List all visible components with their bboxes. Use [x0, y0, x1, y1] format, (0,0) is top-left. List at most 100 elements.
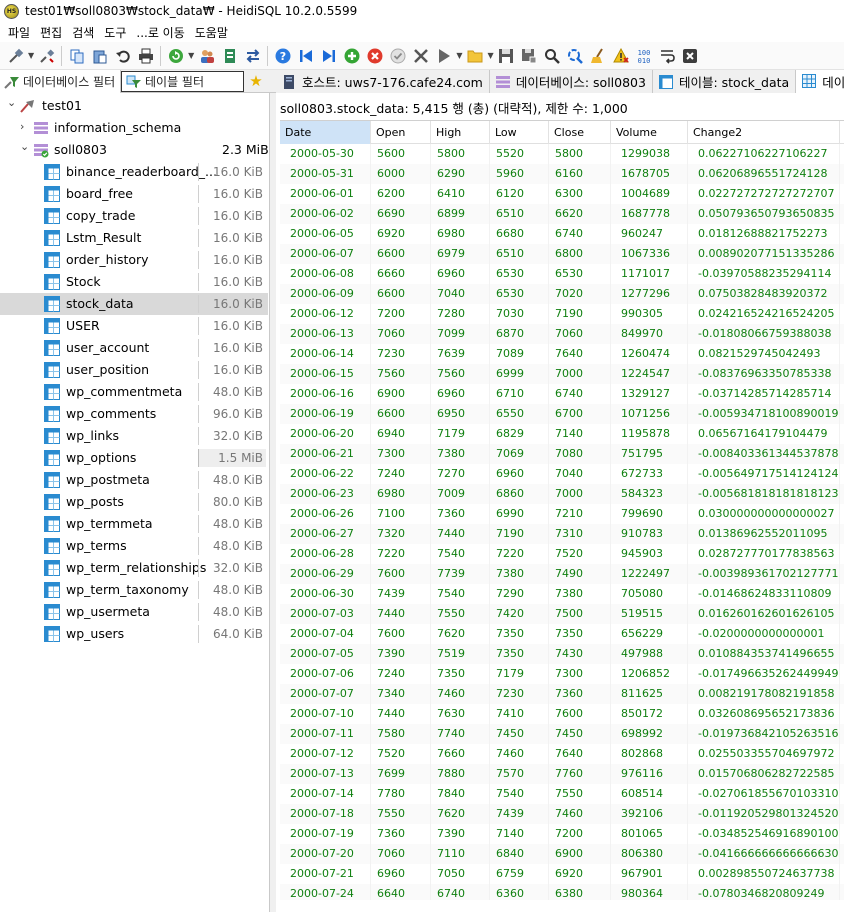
favorites-star-icon[interactable]: ★ [247, 72, 265, 90]
table-cell-open[interactable]: 7240 [371, 464, 431, 484]
table-cell-volume[interactable]: 1277296 [611, 284, 688, 304]
table-cell-volume[interactable]: 801065 [611, 824, 688, 844]
table-cell-low[interactable]: 7460 [490, 744, 549, 764]
table-cell-low[interactable]: 7220 [490, 544, 549, 564]
table-row[interactable]: 2000-07-13 7699 7880 7570 7760 976116 0.015706… [280, 764, 844, 784]
check-icon[interactable] [388, 46, 408, 66]
tree-item[interactable]: wp_usermeta 48.0 KiB [0, 601, 268, 623]
table-cell-low[interactable]: 7230 [490, 684, 549, 704]
table-cell-open[interactable]: 7320 [371, 524, 431, 544]
table-filter-input[interactable]: 테이블 필터 [121, 71, 244, 92]
table-cell-low[interactable]: 6840 [490, 844, 549, 864]
table-cell-open[interactable]: 6000 [371, 164, 431, 184]
table-cell-low[interactable]: 6550 [490, 404, 549, 424]
table-row[interactable]: 2000-07-11 7580 7740 7450 7450 698992 -0.01973… [280, 724, 844, 744]
table-cell-high[interactable]: 6979 [431, 244, 490, 264]
table-cell-close[interactable]: 7310 [549, 524, 611, 544]
table-cell-change2[interactable]: -0.011920529801324520 [688, 804, 840, 824]
table-cell-date[interactable]: 2000-06-13 [280, 324, 371, 344]
tree-item[interactable]: wp_terms 48.0 KiB [0, 535, 268, 557]
table-cell-date[interactable]: 2000-06-16 [280, 384, 371, 404]
find-icon[interactable] [542, 46, 562, 66]
table-row[interactable]: 2000-07-05 7390 7519 7350 7430 497988 0.010884… [280, 644, 844, 664]
table-cell-low[interactable]: 6680 [490, 224, 549, 244]
table-cell-low[interactable]: 6530 [490, 264, 549, 284]
column-header-date[interactable]: Date [280, 121, 371, 144]
table-cell-high[interactable]: 6960 [431, 264, 490, 284]
table-row[interactable]: 2000-06-01 6200 6410 6120 6300 1004689 0.02272… [280, 184, 844, 204]
table-cell-high[interactable]: 6899 [431, 204, 490, 224]
connect-dropdown-icon[interactable]: ▼ [28, 51, 34, 60]
table-cell-date[interactable]: 2000-06-08 [280, 264, 371, 284]
table-cell-volume[interactable]: 1329127 [611, 384, 688, 404]
refresh-icon[interactable] [166, 46, 186, 66]
table-cell-close[interactable]: 7200 [549, 824, 611, 844]
table-cell-change2[interactable]: -0.003989361702127771 [688, 564, 840, 584]
table-cell-volume[interactable]: 1067336 [611, 244, 688, 264]
table-cell-date[interactable]: 2000-07-18 [280, 804, 371, 824]
print-icon[interactable] [136, 46, 156, 66]
table-cell-high[interactable]: 7040 [431, 284, 490, 304]
table-cell-close[interactable]: 7490 [549, 564, 611, 584]
table-cell-date[interactable]: 2000-05-31 [280, 164, 371, 184]
table-cell-date[interactable]: 2000-06-14 [280, 344, 371, 364]
table-cell-date[interactable]: 2000-07-10 [280, 704, 371, 724]
table-cell-change2[interactable]: -0.027061855670103310 [688, 784, 840, 804]
table-cell-date[interactable]: 2000-06-05 [280, 224, 371, 244]
table-cell-date[interactable]: 2000-06-27 [280, 524, 371, 544]
table-cell-change2[interactable]: 0.015706806282722585 [688, 764, 840, 784]
tree-item[interactable]: wp_commentmeta 48.0 KiB [0, 381, 268, 403]
table-cell-change2[interactable]: 0.0821529745042493 [688, 344, 840, 364]
data-grid[interactable]: Date Open High Low Close Volume Change2 2000-0… [280, 120, 844, 900]
table-cell-high[interactable]: 7390 [431, 824, 490, 844]
table-cell-close[interactable]: 7060 [549, 324, 611, 344]
table-cell-date[interactable]: 2000-06-09 [280, 284, 371, 304]
table-cell-open[interactable]: 6900 [371, 384, 431, 404]
table-cell-date[interactable]: 2000-06-28 [280, 544, 371, 564]
collapse-arrow-icon[interactable]: ⌄ [20, 140, 29, 153]
table-cell-close[interactable]: 7550 [549, 784, 611, 804]
table-cell-close[interactable]: 7210 [549, 504, 611, 524]
table-cell-open[interactable]: 7580 [371, 724, 431, 744]
table-cell-volume[interactable]: 806380 [611, 844, 688, 864]
tree-item[interactable]: wp_term_relationships 32.0 KiB [0, 557, 268, 579]
table-row[interactable]: 2000-06-30 7439 7540 7290 7380 705080 -0.01468… [280, 584, 844, 604]
table-cell-high[interactable]: 7110 [431, 844, 490, 864]
undo-icon[interactable] [113, 46, 133, 66]
table-cell-open[interactable]: 7300 [371, 444, 431, 464]
table-cell-volume[interactable]: 1222497 [611, 564, 688, 584]
table-cell-change2[interactable]: 0.028727770177838563 [688, 544, 840, 564]
tab-host[interactable]: 호스트: uws7-176.cafe24.com [276, 70, 490, 93]
table-cell-high[interactable]: 7360 [431, 504, 490, 524]
tree-item[interactable]: wp_links 32.0 KiB [0, 425, 268, 447]
table-cell-date[interactable]: 2000-06-26 [280, 504, 371, 524]
tree-item[interactable]: wp_comments 96.0 KiB [0, 403, 268, 425]
table-cell-date[interactable]: 2000-07-06 [280, 664, 371, 684]
table-cell-close[interactable]: 7430 [549, 644, 611, 664]
table-cell-low[interactable]: 6710 [490, 384, 549, 404]
table-cell-change2[interactable]: 0.030000000000000027 [688, 504, 840, 524]
table-cell-open[interactable]: 6600 [371, 284, 431, 304]
table-cell-volume[interactable]: 802868 [611, 744, 688, 764]
table-cell-change2[interactable]: 0.050793650793650835 [688, 204, 840, 224]
table-cell-close[interactable]: 7000 [549, 484, 611, 504]
table-cell-high[interactable]: 7540 [431, 544, 490, 564]
table-cell-volume[interactable]: 990305 [611, 304, 688, 324]
save-icon[interactable] [496, 46, 516, 66]
table-cell-change2[interactable]: -0.0780346820809249 [688, 884, 840, 900]
table-cell-open[interactable]: 7200 [371, 304, 431, 324]
table-cell-change2[interactable]: 0.06567164179104479 [688, 424, 840, 444]
menu-search[interactable]: 검색 [70, 24, 102, 41]
table-cell-change2[interactable]: -0.01808066759388038 [688, 324, 840, 344]
table-cell-high[interactable]: 6960 [431, 384, 490, 404]
table-cell-volume[interactable]: 849970 [611, 324, 688, 344]
table-cell-high[interactable]: 6980 [431, 224, 490, 244]
table-cell-low[interactable]: 6759 [490, 864, 549, 884]
table-cell-low[interactable]: 7450 [490, 724, 549, 744]
table-cell-low[interactable]: 7350 [490, 624, 549, 644]
table-cell-high[interactable]: 6290 [431, 164, 490, 184]
table-cell-date[interactable]: 2000-06-29 [280, 564, 371, 584]
table-cell-close[interactable]: 6800 [549, 244, 611, 264]
table-cell-low[interactable]: 7190 [490, 524, 549, 544]
table-cell-high[interactable]: 7739 [431, 564, 490, 584]
